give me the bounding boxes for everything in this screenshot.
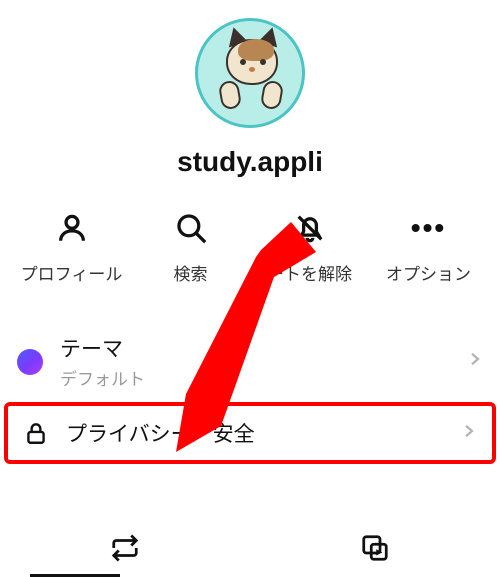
settings-list: テーマ デフォルト プライバシー・安全 [0,319,500,462]
avatar-image [198,21,302,125]
bottom-tabs [0,519,500,577]
search-label: 検索 [174,260,208,285]
search-button[interactable]: 検索 [132,208,250,285]
media-icon [360,533,390,563]
theme-row[interactable]: テーマ デフォルト [0,319,500,404]
action-row: プロフィール 検索 ートを解除 ••• オプション [0,208,500,285]
profile-label: プロフィール [21,260,123,285]
person-icon [55,208,89,248]
tab-media[interactable] [250,519,500,577]
tab-repost[interactable] [0,519,250,577]
profile-button[interactable]: プロフィール [13,208,131,285]
theme-title: テーマ [60,333,466,363]
lock-icon [22,419,50,447]
options-label: オプション [386,260,471,285]
privacy-row[interactable]: プライバシー・安全 [6,404,494,462]
repost-icon [110,533,140,563]
theme-swatch-icon [16,348,44,376]
privacy-title: プライバシー・安全 [66,418,460,448]
chevron-right-icon [466,350,484,373]
avatar[interactable] [195,18,305,128]
unmute-label: ートを解除 [267,260,352,285]
search-icon [174,208,208,248]
bell-off-icon [293,208,327,248]
chevron-right-icon [460,422,478,445]
username: study.appli [177,146,323,178]
more-icon: ••• [411,208,446,248]
options-button[interactable]: ••• オプション [370,208,488,285]
unmute-button[interactable]: ートを解除 [251,208,369,285]
theme-subtitle: デフォルト [60,365,466,390]
